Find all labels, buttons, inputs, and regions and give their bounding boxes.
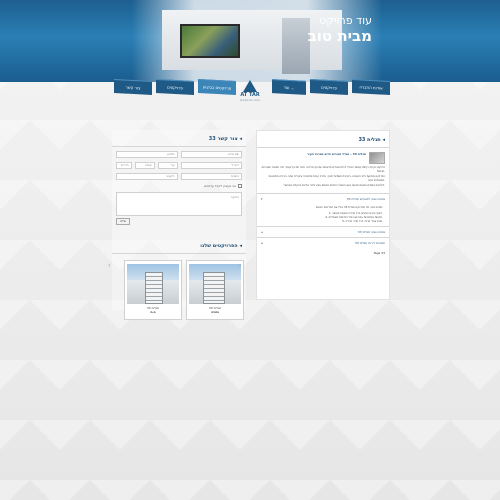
- header-title-line2: מבית טוב: [307, 27, 372, 45]
- name-field[interactable]: שם מלא: [180, 151, 242, 158]
- chevron-left-icon: ◂: [261, 241, 263, 245]
- accordion-item[interactable]: תוכניות דירות תגלית 33 ◂: [257, 237, 389, 248]
- project-card[interactable]: תגלית 33 ב-ת: [124, 260, 182, 320]
- send-button[interactable]: שלח: [116, 218, 130, 225]
- project-city: ב-ת: [150, 310, 156, 314]
- accordion-open-header[interactable]: מפרט טכני למגורים תגלית 33 ▾: [257, 193, 389, 204]
- accordion-list-item: 3. מיזוג אוויר מרכזי בכל חדרי הדירה.: [342, 220, 383, 223]
- address-field[interactable]: כתובת: [180, 173, 242, 180]
- chevron-down-icon: ▾: [261, 197, 263, 201]
- message-field[interactable]: הודעה: [116, 192, 242, 216]
- accordion-open-body: מפרט טכני של הפרויקט תגלית 33 כולל את הפ…: [257, 204, 389, 226]
- header-banner: עוד פרויקט מבית טוב: [0, 0, 500, 82]
- accordion-item-label: תוכניות דירות תגלית 33: [354, 241, 385, 245]
- article-section-title: תגלית 33: [257, 131, 389, 148]
- projects-list: תגלית 33 נתניה תגלית 33 ב-ת: [112, 254, 246, 326]
- article-paragraph: פרויקט יוקרתי בן 20 קומות הכולל דירות מג…: [261, 166, 385, 173]
- left-panel: צור קשר 33 שם מלא טלפון דוא"ל עיר קומה ח…: [112, 130, 246, 320]
- carousel-prev-icon[interactable]: ‹: [108, 262, 110, 269]
- carousel-next-icon[interactable]: ›: [239, 262, 241, 269]
- tab-contact[interactable]: צור קשר: [114, 79, 152, 95]
- contact-section-title: צור קשר 33: [112, 130, 246, 147]
- article: תגלית 33 - מגדל מגורים חדש במרכז העיר פר…: [257, 148, 389, 193]
- accordion-open-title: מפרט טכני למגורים תגלית 33: [346, 197, 385, 201]
- floor-field[interactable]: קומה: [134, 162, 155, 169]
- article-paragraph: לפרטים נוספים ותיאום פגישה אנא השאירו פר…: [283, 184, 385, 187]
- budget-field[interactable]: תקציב: [116, 173, 178, 180]
- project-card[interactable]: תגלית 33 נתניה: [186, 260, 244, 320]
- accordion-body-text: מפרט טכני של הפרויקט תגלית 33 כולל את הפ…: [315, 206, 383, 209]
- city-field[interactable]: עיר: [157, 162, 178, 169]
- article-thumbnail: [369, 152, 385, 164]
- projects-section-title: הפרויקטים שלנו: [112, 237, 246, 254]
- project-image: [127, 264, 179, 304]
- phone-field[interactable]: טלפון: [116, 151, 178, 158]
- project-city: נתניה: [211, 310, 219, 314]
- updates-checkbox-label: אני מעוניין לקבל עדכונים: [204, 184, 236, 188]
- logo-subtitle: בנייה ופרויקטים: [240, 98, 260, 102]
- header-door: [282, 18, 310, 74]
- chevron-left-icon: ◂: [261, 230, 263, 234]
- tab-about[interactable]: אודות החברה: [352, 79, 390, 95]
- tab-projects-2[interactable]: פרויקטים: [156, 79, 194, 95]
- tab-projects[interactable]: פרויקטים: [310, 79, 348, 95]
- accordion-item-label: מפרט טכני תגלית 33: [357, 230, 385, 234]
- accordion-item[interactable]: מפרט טכני תגלית 33 ◂: [257, 226, 389, 237]
- updates-checkbox[interactable]: [238, 184, 242, 188]
- tags-label: Tags 33: [373, 251, 385, 255]
- company-logo[interactable]: AT TAR בנייה ופרויקטים: [236, 80, 264, 112]
- project-image: [189, 264, 241, 304]
- email-field[interactable]: דוא"ל: [180, 162, 242, 169]
- right-panel: תגלית 33 תגלית 33 - מגדל מגורים חדש במרכ…: [256, 130, 390, 300]
- article-title: תגלית 33 - מגדל מגורים חדש במרכז העיר: [307, 152, 366, 156]
- tab-more[interactable]: עוד ...: [272, 79, 306, 95]
- header-title-line1: עוד פרויקט: [319, 14, 372, 27]
- header-painting: [180, 24, 240, 58]
- header-title: עוד פרויקט מבית טוב: [308, 14, 372, 45]
- article-paragraph: הפרויקט ממוקם בלב השכונה, בקרבת מוסדות ח…: [268, 175, 385, 182]
- tab-projects-in-progress[interactable]: פרויקטים בביצוע: [198, 79, 236, 95]
- contact-form: שם מלא טלפון דוא"ל עיר קומה חדרים כתובת …: [112, 147, 246, 229]
- rooms-field[interactable]: חדרים: [116, 162, 132, 169]
- logo-triangle-icon: [243, 80, 257, 92]
